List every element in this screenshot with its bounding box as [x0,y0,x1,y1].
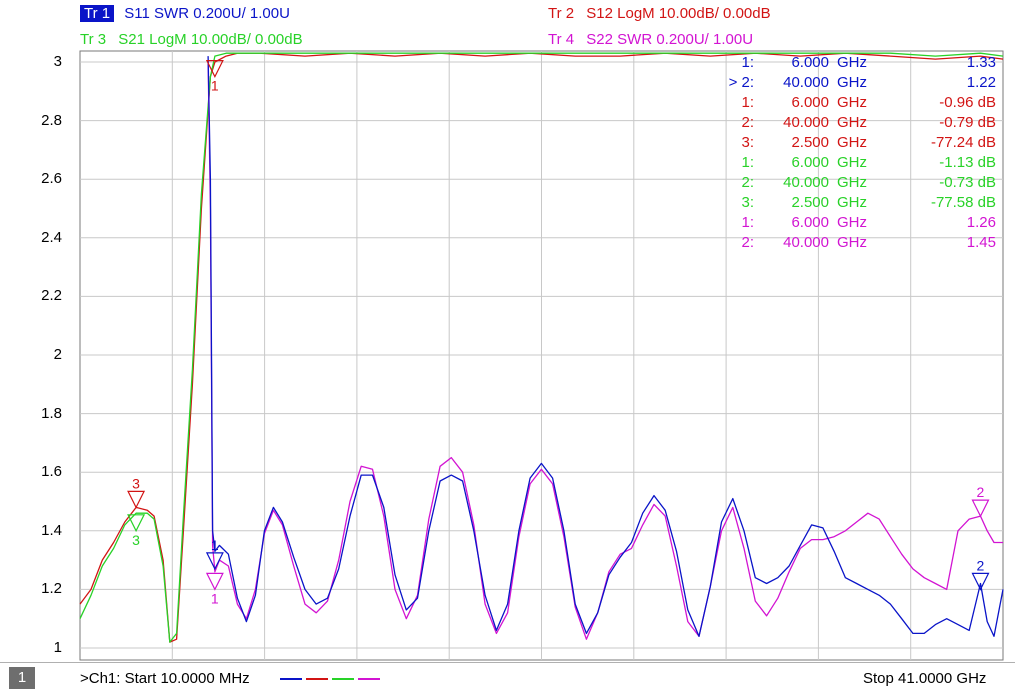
trace-4-desc: S22 SWR 0.200U/ 1.00U [586,31,754,48]
marker-prefix: 1: [741,154,754,171]
y-tick-label: 3 [53,53,62,70]
marker-prefix: 3: [741,194,754,211]
marker-frequency: 40.000 [783,234,829,251]
marker-value: -1.13 dB [939,154,996,171]
marker-unit: GHz [837,234,867,251]
marker-prefix: 2: [741,114,754,131]
marker-frequency: 40.000 [783,74,829,91]
trace-2-header[interactable]: Tr 2 S12 LogM 10.00dB/ 0.00dB [548,5,771,22]
marker-prefix: > 2: [728,74,754,91]
marker-s21-3-label: 3 [132,532,140,548]
trace-4-header[interactable]: Tr 4 S22 SWR 0.200U/ 1.00U [548,31,753,48]
marker-unit: GHz [837,214,867,231]
marker-prefix: 3: [741,134,754,151]
y-tick-label: 2.4 [41,228,62,246]
marker-unit: GHz [837,154,867,171]
marker-prefix: 2: [741,234,754,251]
stop-frequency[interactable]: Stop 41.0000 GHz [863,670,986,687]
trace-2-label: Tr 2 [548,5,575,22]
marker-unit: GHz [837,54,867,71]
y-tick-label: 1.6 [41,463,62,481]
marker-s11-1-label: 1 [211,537,219,553]
marker-s11-2-label: 2 [976,557,984,573]
marker-value: -0.96 dB [939,94,996,111]
y-tick-label: 1.8 [41,404,62,422]
marker-frequency: 40.000 [783,114,829,131]
marker-frequency: 40.000 [783,174,829,191]
y-tick-label: 1 [53,639,62,656]
trace-4-label: Tr 4 [548,31,575,48]
trace-1-desc: S11 SWR 0.200U/ 1.00U [124,5,290,22]
marker-frequency: 6.000 [791,154,829,171]
marker-prefix: 1: [741,94,754,111]
marker-value: -77.24 dB [930,134,996,151]
marker-s22-2-label: 2 [976,484,984,500]
channel-badge[interactable]: 1 [9,667,35,689]
start-frequency[interactable]: >Ch1: Start 10.0000 MHz [80,670,250,687]
marker-value: -77.58 dB [930,194,996,211]
status-bar: 1 >Ch1: Start 10.0000 MHz Stop 41.0000 G… [0,662,1015,694]
trace-3-header[interactable]: Tr 3 S21 LogM 10.00dB/ 0.00dB [80,31,303,48]
trace-3-label: Tr 3 [80,31,107,48]
marker-value: 1.22 [966,74,996,91]
marker-value: 1.26 [966,214,996,231]
marker-unit: GHz [837,94,867,111]
marker-s22-1-label: 1 [211,590,219,606]
marker-frequency: 6.000 [791,54,829,71]
marker-frequency: 6.000 [791,94,829,111]
marker-frequency: 2.500 [791,194,829,211]
marker-value: -0.79 dB [939,114,996,131]
y-tick-label: 2 [53,346,62,363]
marker-prefix: 2: [741,174,754,191]
marker-unit: GHz [837,174,867,191]
trace-4-swatch [358,678,380,680]
marker-frequency: 6.000 [791,214,829,231]
y-tick-label: 2.6 [41,170,62,188]
marker-prefix: 1: [741,214,754,231]
marker-value: -0.73 dB [939,174,996,191]
y-tick-label: 1.4 [41,521,62,539]
marker-value: 1.45 [966,234,996,251]
marker-unit: GHz [837,134,867,151]
y-tick-label: 1.2 [41,580,62,598]
y-tick-label: 2.8 [41,111,62,129]
marker-prefix: 1: [741,54,754,71]
marker-value: 1.33 [966,54,996,71]
trace-2-swatch [306,678,328,680]
marker-unit: GHz [837,194,867,211]
marker-s12-3-label: 3 [132,475,140,491]
marker-unit: GHz [837,74,867,91]
marker-frequency: 2.500 [791,134,829,151]
trace-1-header[interactable]: Tr 1 S11 SWR 0.200U/ 1.00U [80,5,290,22]
trace-1-label: Tr 1 [80,5,115,22]
trace-3-swatch [332,678,354,680]
marker-unit: GHz [837,114,867,131]
trace-3-desc: S21 LogM 10.00dB/ 0.00dB [118,31,303,48]
marker-s12-1-label: 1 [211,78,219,94]
y-tick-label: 2.2 [41,287,62,305]
trace-2-desc: S12 LogM 10.00dB/ 0.00dB [586,5,771,22]
trace-1-swatch [280,678,302,680]
